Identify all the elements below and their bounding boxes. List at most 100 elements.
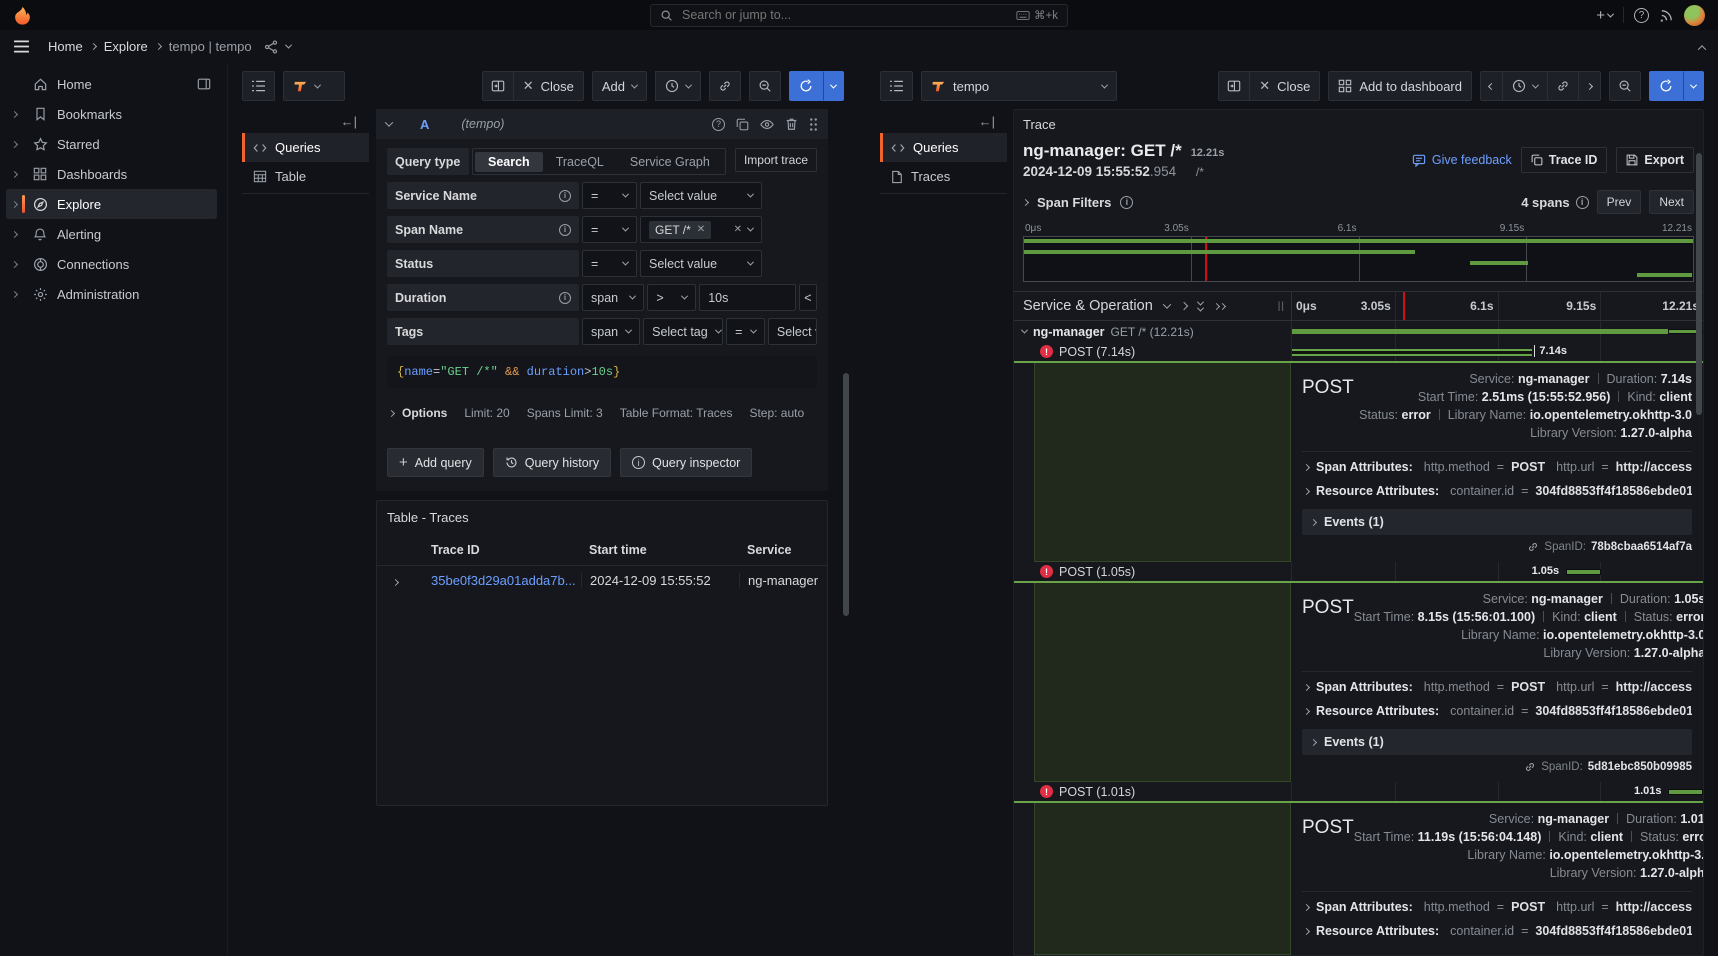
span-timeline[interactable]: 7.14s	[1291, 342, 1703, 361]
tab-service-graph[interactable]: Service Graph	[617, 152, 723, 172]
span-filters-toggle[interactable]: Span Filtersi	[1023, 195, 1133, 210]
rail-item-table[interactable]: Table	[242, 162, 369, 191]
run-query-caret-left[interactable]	[823, 71, 844, 101]
news-icon[interactable]	[1659, 8, 1674, 23]
info-icon[interactable]: i	[559, 224, 571, 236]
query-row-header[interactable]: A (tempo) ?	[376, 109, 828, 139]
remove-query-trash-icon[interactable]	[785, 117, 798, 131]
rail-item-queries[interactable]: Queries	[242, 133, 369, 162]
close-right-pane-button[interactable]: ✕Close	[1250, 71, 1320, 101]
span-row-root[interactable]: ng-manager GET /* (12.21s)	[1014, 321, 1703, 342]
collapse-rail-button[interactable]: ←|	[880, 109, 1007, 133]
clear-icon[interactable]: ✕	[734, 224, 742, 235]
expand-row-icon[interactable]	[385, 573, 423, 588]
root-span-timeline[interactable]	[1291, 321, 1703, 342]
duplicate-query-icon[interactable]	[736, 118, 749, 131]
prev-span-button[interactable]: Prev	[1597, 190, 1642, 214]
datasource-picker-right[interactable]: tempo	[921, 71, 1117, 101]
tag-select[interactable]: Select tag	[643, 318, 723, 345]
trace-minimap[interactable]: 0μs 3.05s 6.1s 9.15s 12.21s	[1023, 223, 1694, 286]
span-name-operator-select[interactable]: =	[582, 216, 637, 243]
column-resize-handle[interactable]: ||	[1278, 301, 1285, 312]
mega-menu-toggle[interactable]	[13, 40, 30, 53]
span-row-post-1[interactable]: ! POST (7.14s) 7.14s	[1014, 342, 1703, 363]
split-pane-icon-button[interactable]	[1218, 71, 1250, 101]
sidebar-item-home[interactable]: Home	[6, 69, 217, 99]
add-button[interactable]: Add	[592, 71, 647, 101]
service-name-operator-select[interactable]: =	[582, 182, 637, 209]
span-bar[interactable]	[1566, 569, 1601, 575]
span-timeline[interactable]: 1.01s	[1291, 782, 1703, 801]
drag-handle[interactable]	[809, 117, 818, 131]
run-query-button-right[interactable]	[1649, 71, 1683, 101]
info-icon[interactable]: i	[1120, 196, 1133, 209]
tag-operator-select[interactable]: =	[726, 318, 765, 345]
query-inspector-button[interactable]: i Query inspector	[620, 448, 752, 477]
column-start-time[interactable]: Start time	[581, 543, 739, 557]
events-row[interactable]: Events (1)	[1302, 729, 1692, 755]
hide-response-eye-icon[interactable]	[760, 119, 774, 130]
run-query-caret-right[interactable]	[1683, 71, 1704, 101]
duration-min-input[interactable]: 10s	[699, 284, 796, 311]
query-rows-list-icon[interactable]	[242, 71, 275, 101]
span-bar[interactable]	[1292, 349, 1532, 356]
status-operator-select[interactable]: =	[582, 250, 637, 277]
sidebar-item-administration[interactable]: Administration	[6, 279, 217, 309]
close-left-pane-button[interactable]: ✕Close	[514, 71, 584, 101]
collapse-all-icon[interactable]	[1198, 301, 1203, 312]
zoom-out-icon-button-left[interactable]	[749, 71, 781, 101]
trace-scrollbar[interactable]	[1696, 153, 1702, 415]
span-name-value-select[interactable]: GET /*✕ ✕	[640, 216, 762, 243]
duration-operator-select[interactable]: >	[647, 284, 696, 311]
user-avatar[interactable]	[1684, 5, 1705, 26]
run-query-button-left[interactable]	[789, 71, 823, 101]
query-rows-list-icon[interactable]	[880, 71, 913, 101]
left-pane-scrollbar[interactable]	[843, 373, 849, 616]
column-trace-id[interactable]: Trace ID	[423, 543, 581, 557]
link-icon-button-left[interactable]	[709, 71, 741, 101]
sidebar-item-starred[interactable]: Starred	[6, 129, 217, 159]
breadcrumb-home[interactable]: Home	[48, 39, 83, 54]
info-icon[interactable]: i	[559, 190, 571, 202]
events-row[interactable]: Events (1)	[1302, 509, 1692, 535]
sidebar-item-bookmarks[interactable]: Bookmarks	[6, 99, 217, 129]
add-to-dashboard-button[interactable]: Add to dashboard	[1328, 71, 1472, 101]
options-row[interactable]: Options Limit: 20 Spans Limit: 3 Table F…	[387, 397, 817, 434]
datasource-picker-left[interactable]	[283, 71, 345, 101]
rail-item-traces[interactable]: Traces	[880, 162, 1007, 191]
new-button[interactable]: +	[1596, 7, 1613, 24]
span-attributes-row[interactable]: Span Attributes: http.method=POST http.u…	[1302, 455, 1692, 479]
link-icon[interactable]	[1527, 541, 1539, 553]
time-range-button-right[interactable]	[1503, 71, 1548, 101]
resource-attributes-row[interactable]: Resource Attributes: container.id=304fd8…	[1302, 479, 1692, 503]
expand-one-icon[interactable]	[1181, 303, 1187, 309]
zoom-out-icon-button-right[interactable]	[1609, 71, 1641, 101]
resource-attributes-row[interactable]: Resource Attributes: container.id=304fd8…	[1302, 699, 1692, 723]
query-history-button[interactable]: Query history	[493, 448, 611, 477]
column-service[interactable]: Service	[739, 543, 819, 557]
breadcrumb-explore[interactable]: Explore	[104, 39, 148, 54]
info-icon[interactable]: i	[559, 292, 571, 304]
breadcrumb-actions-caret[interactable]	[285, 42, 292, 49]
status-value-select[interactable]: Select value	[640, 250, 762, 277]
rail-item-queries[interactable]: Queries	[880, 133, 1007, 162]
time-shift-forward-button[interactable]	[1579, 71, 1601, 101]
span-attributes-row[interactable]: Span Attributes: http.method=POST http.u…	[1302, 895, 1692, 919]
trace-id-button[interactable]: Trace ID	[1521, 147, 1608, 173]
expand-all-icon[interactable]	[1214, 304, 1225, 309]
span-row-post-2[interactable]: ! POST (1.05s) 1.05s	[1014, 562, 1703, 583]
collapse-rail-button[interactable]: ←|	[242, 109, 369, 133]
trace-id-link[interactable]: 35be0f3d29a01adda7b...	[423, 573, 581, 588]
collapse-toolbar-icon[interactable]	[1699, 39, 1705, 54]
add-query-button[interactable]: +Add query	[387, 448, 484, 477]
span-row-post-3[interactable]: ! POST (1.01s) 1.01s	[1014, 782, 1703, 803]
span-timeline[interactable]: 1.05s	[1291, 562, 1703, 581]
split-pane-icon-button[interactable]	[482, 71, 514, 101]
sidebar-item-dashboards[interactable]: Dashboards	[6, 159, 217, 189]
time-range-button-left[interactable]	[655, 71, 701, 101]
duration-max-operator-select[interactable]: <	[799, 284, 817, 311]
tags-scope-select[interactable]: span	[582, 318, 640, 345]
resource-attributes-row[interactable]: Resource Attributes: container.id=304fd8…	[1302, 919, 1692, 943]
link-icon[interactable]	[1524, 761, 1536, 773]
sidebar-item-alerting[interactable]: Alerting	[6, 219, 217, 249]
